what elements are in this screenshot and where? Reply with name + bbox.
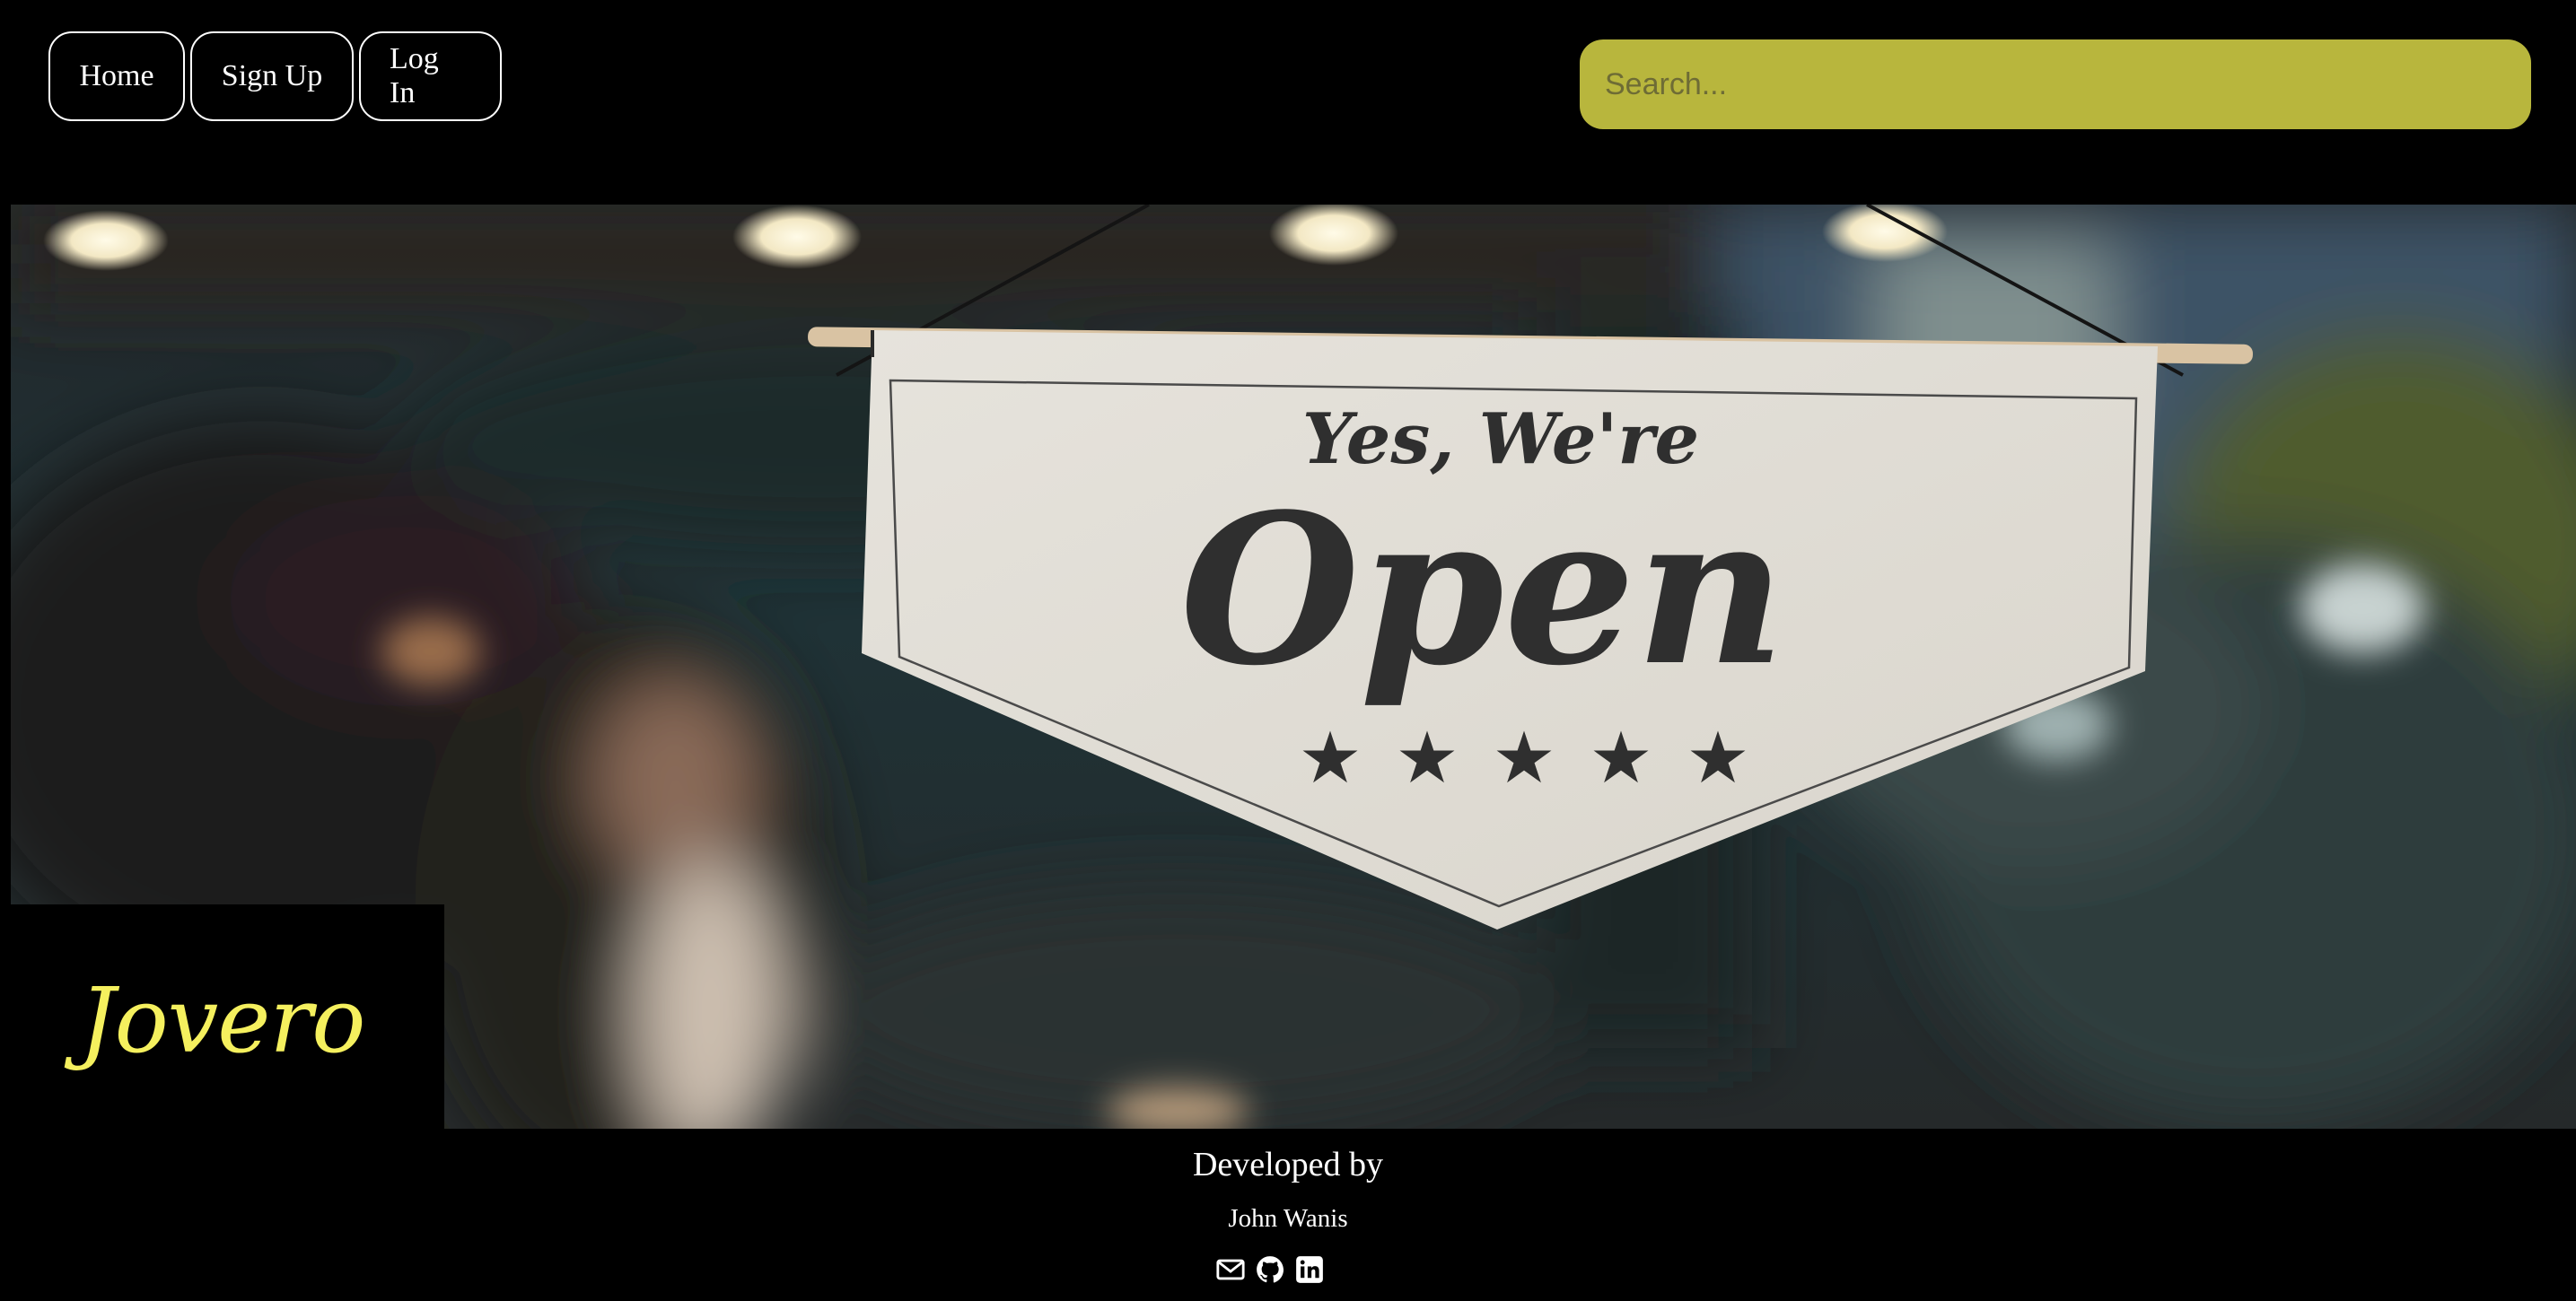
main-nav: Home Sign Up Log In xyxy=(48,31,502,121)
banner-top-text: Yes, We're xyxy=(1302,398,1699,480)
social-links xyxy=(1215,1254,1325,1285)
github-icon[interactable] xyxy=(1255,1254,1285,1285)
developed-by-label: Developed by xyxy=(1192,1146,1384,1183)
brand-box: Jovero xyxy=(0,904,444,1129)
envelope-icon[interactable] xyxy=(1215,1254,1246,1285)
brand-logo[interactable]: Jovero xyxy=(80,961,366,1073)
footer: Developed by John Wanis xyxy=(0,1129,2576,1301)
sign-up-button[interactable]: Sign Up xyxy=(190,31,354,121)
developer-name: John Wanis xyxy=(1228,1204,1348,1233)
log-in-button[interactable]: Log In xyxy=(359,31,502,121)
banner-main-text: Open xyxy=(1180,469,1786,712)
linkedin-icon[interactable] xyxy=(1294,1254,1325,1285)
search-input[interactable] xyxy=(1580,39,2531,129)
home-button[interactable]: Home xyxy=(48,31,185,121)
